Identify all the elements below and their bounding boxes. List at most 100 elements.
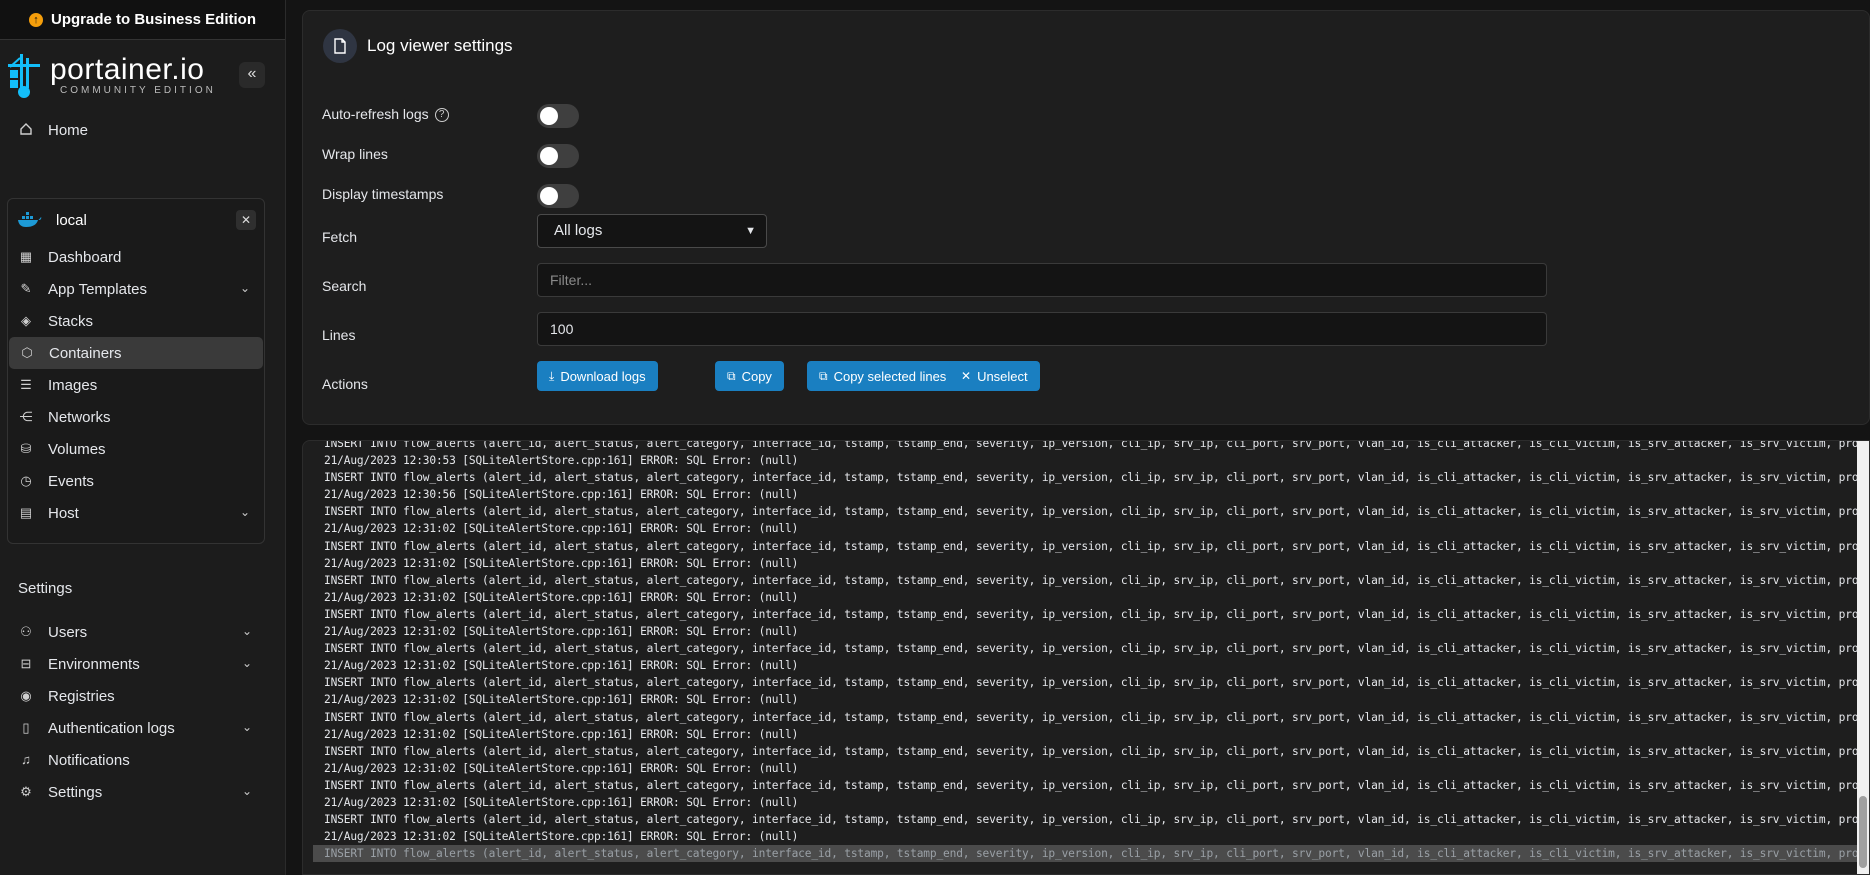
log-line[interactable]: 21/Aug/2023 12:31:02 [SQLiteAlertStore.c… [303,520,1859,537]
copy-selected-label: Copy selected lines [833,368,947,384]
sidebar-item-notifications[interactable]: ♫ Notifications [0,744,286,776]
copy-icon: ⧉ [727,368,736,383]
unselect-label: Unselect [977,368,1028,384]
drive-icon: ⊟ [20,656,32,671]
chevron-down-icon[interactable]: ⌄ [240,505,250,519]
lines-input[interactable] [537,312,1547,346]
sidebar-item-volumes[interactable]: ⛁ Volumes [8,433,264,465]
chevron-down-icon[interactable]: ⌄ [242,784,252,798]
sidebar-item-label: App Templates [48,280,147,298]
log-line[interactable]: INSERT INTO flow_alerts (alert_id, alert… [303,538,1859,555]
log-line[interactable]: 21/Aug/2023 12:30:56 [SQLiteAlertStore.c… [303,486,1859,503]
sidebar-item-home[interactable]: Home [0,114,285,146]
auto-refresh-toggle[interactable] [537,104,579,128]
fetch-label: Fetch [322,229,358,245]
close-environment-button[interactable]: ✕ [236,210,256,230]
sidebar-item-label: Settings [48,783,103,801]
chevron-down-icon[interactable]: ⌄ [240,281,250,295]
arrow-up-circle-icon: ↑ [28,12,43,27]
timestamps-label: Display timestamps [322,186,444,202]
log-line[interactable]: 21/Aug/2023 12:31:02 [SQLiteAlertStore.c… [303,657,1859,674]
search-input[interactable] [537,263,1547,297]
sidebar-item-users[interactable]: ⚇ Users ⌄ [0,616,286,648]
layers-icon: ◈ [21,313,31,328]
log-line[interactable]: INSERT INTO flow_alerts (alert_id, alert… [303,572,1859,589]
list-icon: ☰ [20,377,32,392]
collapse-sidebar-button[interactable]: « [239,62,265,88]
sidebar-item-label: Images [48,376,98,394]
log-line[interactable]: 21/Aug/2023 12:31:02 [SQLiteAlertStore.c… [303,726,1859,743]
chevron-down-icon[interactable]: ⌄ [242,656,252,670]
log-line[interactable]: 21/Aug/2023 12:31:02 [SQLiteAlertStore.c… [303,828,1859,845]
log-line[interactable]: INSERT INTO flow_alerts (alert_id, alert… [303,469,1859,486]
home-icon [18,122,34,138]
sidebar-item-networks[interactable]: ⋲ Networks [8,401,264,433]
copy-label: Copy [741,368,772,384]
auto-refresh-label-row: Auto-refresh logs? [322,106,449,123]
log-line[interactable]: 21/Aug/2023 12:31:02 [SQLiteAlertStore.c… [303,555,1859,572]
chevron-down-icon: ▼ [745,225,756,237]
log-scrollbar-thumb[interactable] [1859,796,1867,868]
sidebar-item-label: Dashboard [48,248,122,266]
log-line[interactable]: INSERT INTO flow_alerts (alert_id, alert… [303,777,1859,794]
log-line[interactable]: INSERT INTO flow_alerts (alert_id, alert… [303,606,1859,623]
sidebar-item-host[interactable]: ▤ Host ⌄ [8,497,264,529]
chevron-down-icon[interactable]: ⌄ [242,720,252,734]
sidebar-item-dashboard[interactable]: ▦ Dashboard [8,241,264,273]
auto-refresh-label: Auto-refresh logs [322,106,429,122]
clock-icon: ◷ [20,473,32,488]
sidebar-item-label: Stacks [48,312,94,330]
log-line[interactable]: 21/Aug/2023 12:31:02 [SQLiteAlertStore.c… [303,760,1859,777]
server-icon: ▤ [19,505,33,520]
log-line[interactable]: 21/Aug/2023 12:31:02 [SQLiteAlertStore.c… [303,794,1859,811]
sidebar-item-stacks[interactable]: ◈ Stacks [8,305,264,337]
log-line[interactable]: INSERT INTO flow_alerts (alert_id, alert… [303,503,1859,520]
sidebar-item-label: Environments [48,655,140,673]
upgrade-banner[interactable]: ↑ Upgrade to Business Edition [0,0,285,40]
copy-selected-lines-button[interactable]: ⧉ Copy selected lines [807,361,959,391]
download-logs-button[interactable]: ⤓ Download logs [537,361,658,391]
help-circle-icon[interactable]: ? [434,108,449,123]
portainer-logo[interactable]: portainer.io COMMUNITY EDITION « [0,40,285,110]
file-icon: ▯ [22,720,30,735]
file-icon [323,29,357,63]
actions-label: Actions [322,376,368,392]
sidebar-item-label: Registries [48,687,115,705]
log-scrollbar[interactable] [1857,441,1869,874]
log-line[interactable]: 21/Aug/2023 12:31:02 [SQLiteAlertStore.c… [303,623,1859,640]
chevron-down-icon[interactable]: ⌄ [242,624,252,638]
search-label: Search [322,278,367,294]
main-content: Log viewer settings Auto-refresh logs? W… [287,0,1870,875]
log-line[interactable]: INSERT INTO flow_alerts (alert_id, alert… [303,674,1859,691]
log-line[interactable]: INSERT INTO flow_alerts (alert_id, alert… [313,845,1859,863]
database-icon: ⛁ [20,441,32,456]
log-line[interactable]: 21/Aug/2023 12:31:02 [SQLiteAlertStore.c… [303,589,1859,606]
sidebar-item-label: Volumes [48,440,106,458]
sidebar-item-authentication-logs[interactable]: ▯ Authentication logs ⌄ [0,712,286,744]
log-output[interactable]: INSERT INTO flow_alerts (alert_id, alert… [302,440,1870,875]
log-line[interactable]: 21/Aug/2023 12:31:02 [SQLiteAlertStore.c… [303,691,1859,708]
sidebar-item-label: Events [48,472,94,490]
sidebar-item-images[interactable]: ☰ Images [8,369,264,401]
logo-main-text: portainer.io [50,52,205,86]
log-line[interactable]: INSERT INTO flow_alerts (alert_id, alert… [303,709,1859,726]
sidebar-item-registries[interactable]: ◉ Registries [0,680,286,712]
log-line[interactable]: INSERT INTO flow_alerts (alert_id, alert… [303,640,1859,657]
sidebar-item-label: Host [48,504,79,522]
log-line[interactable]: INSERT INTO flow_alerts (alert_id, alert… [303,441,1859,452]
sidebar-item-app-templates[interactable]: ✎ App Templates ⌄ [8,273,264,305]
log-line[interactable]: INSERT INTO flow_alerts (alert_id, alert… [303,811,1859,828]
sidebar-item-label: Authentication logs [48,719,175,737]
copy-button[interactable]: ⧉ Copy [715,361,784,391]
sidebar-item-environments[interactable]: ⊟ Environments ⌄ [0,648,286,680]
fetch-select[interactable]: All logs ▼ [537,214,767,248]
sidebar-item-settings[interactable]: ⚙ Settings ⌄ [0,776,286,808]
unselect-button[interactable]: ✕ Unselect [949,361,1040,391]
sidebar-item-containers[interactable]: ⬡ Containers [9,337,263,369]
environment-header[interactable]: local ✕ [8,199,264,241]
timestamps-toggle[interactable] [537,184,579,208]
log-line[interactable]: 21/Aug/2023 12:30:53 [SQLiteAlertStore.c… [303,452,1859,469]
sidebar-item-events[interactable]: ◷ Events [8,465,264,497]
wrap-lines-toggle[interactable] [537,144,579,168]
log-line[interactable]: INSERT INTO flow_alerts (alert_id, alert… [303,743,1859,760]
